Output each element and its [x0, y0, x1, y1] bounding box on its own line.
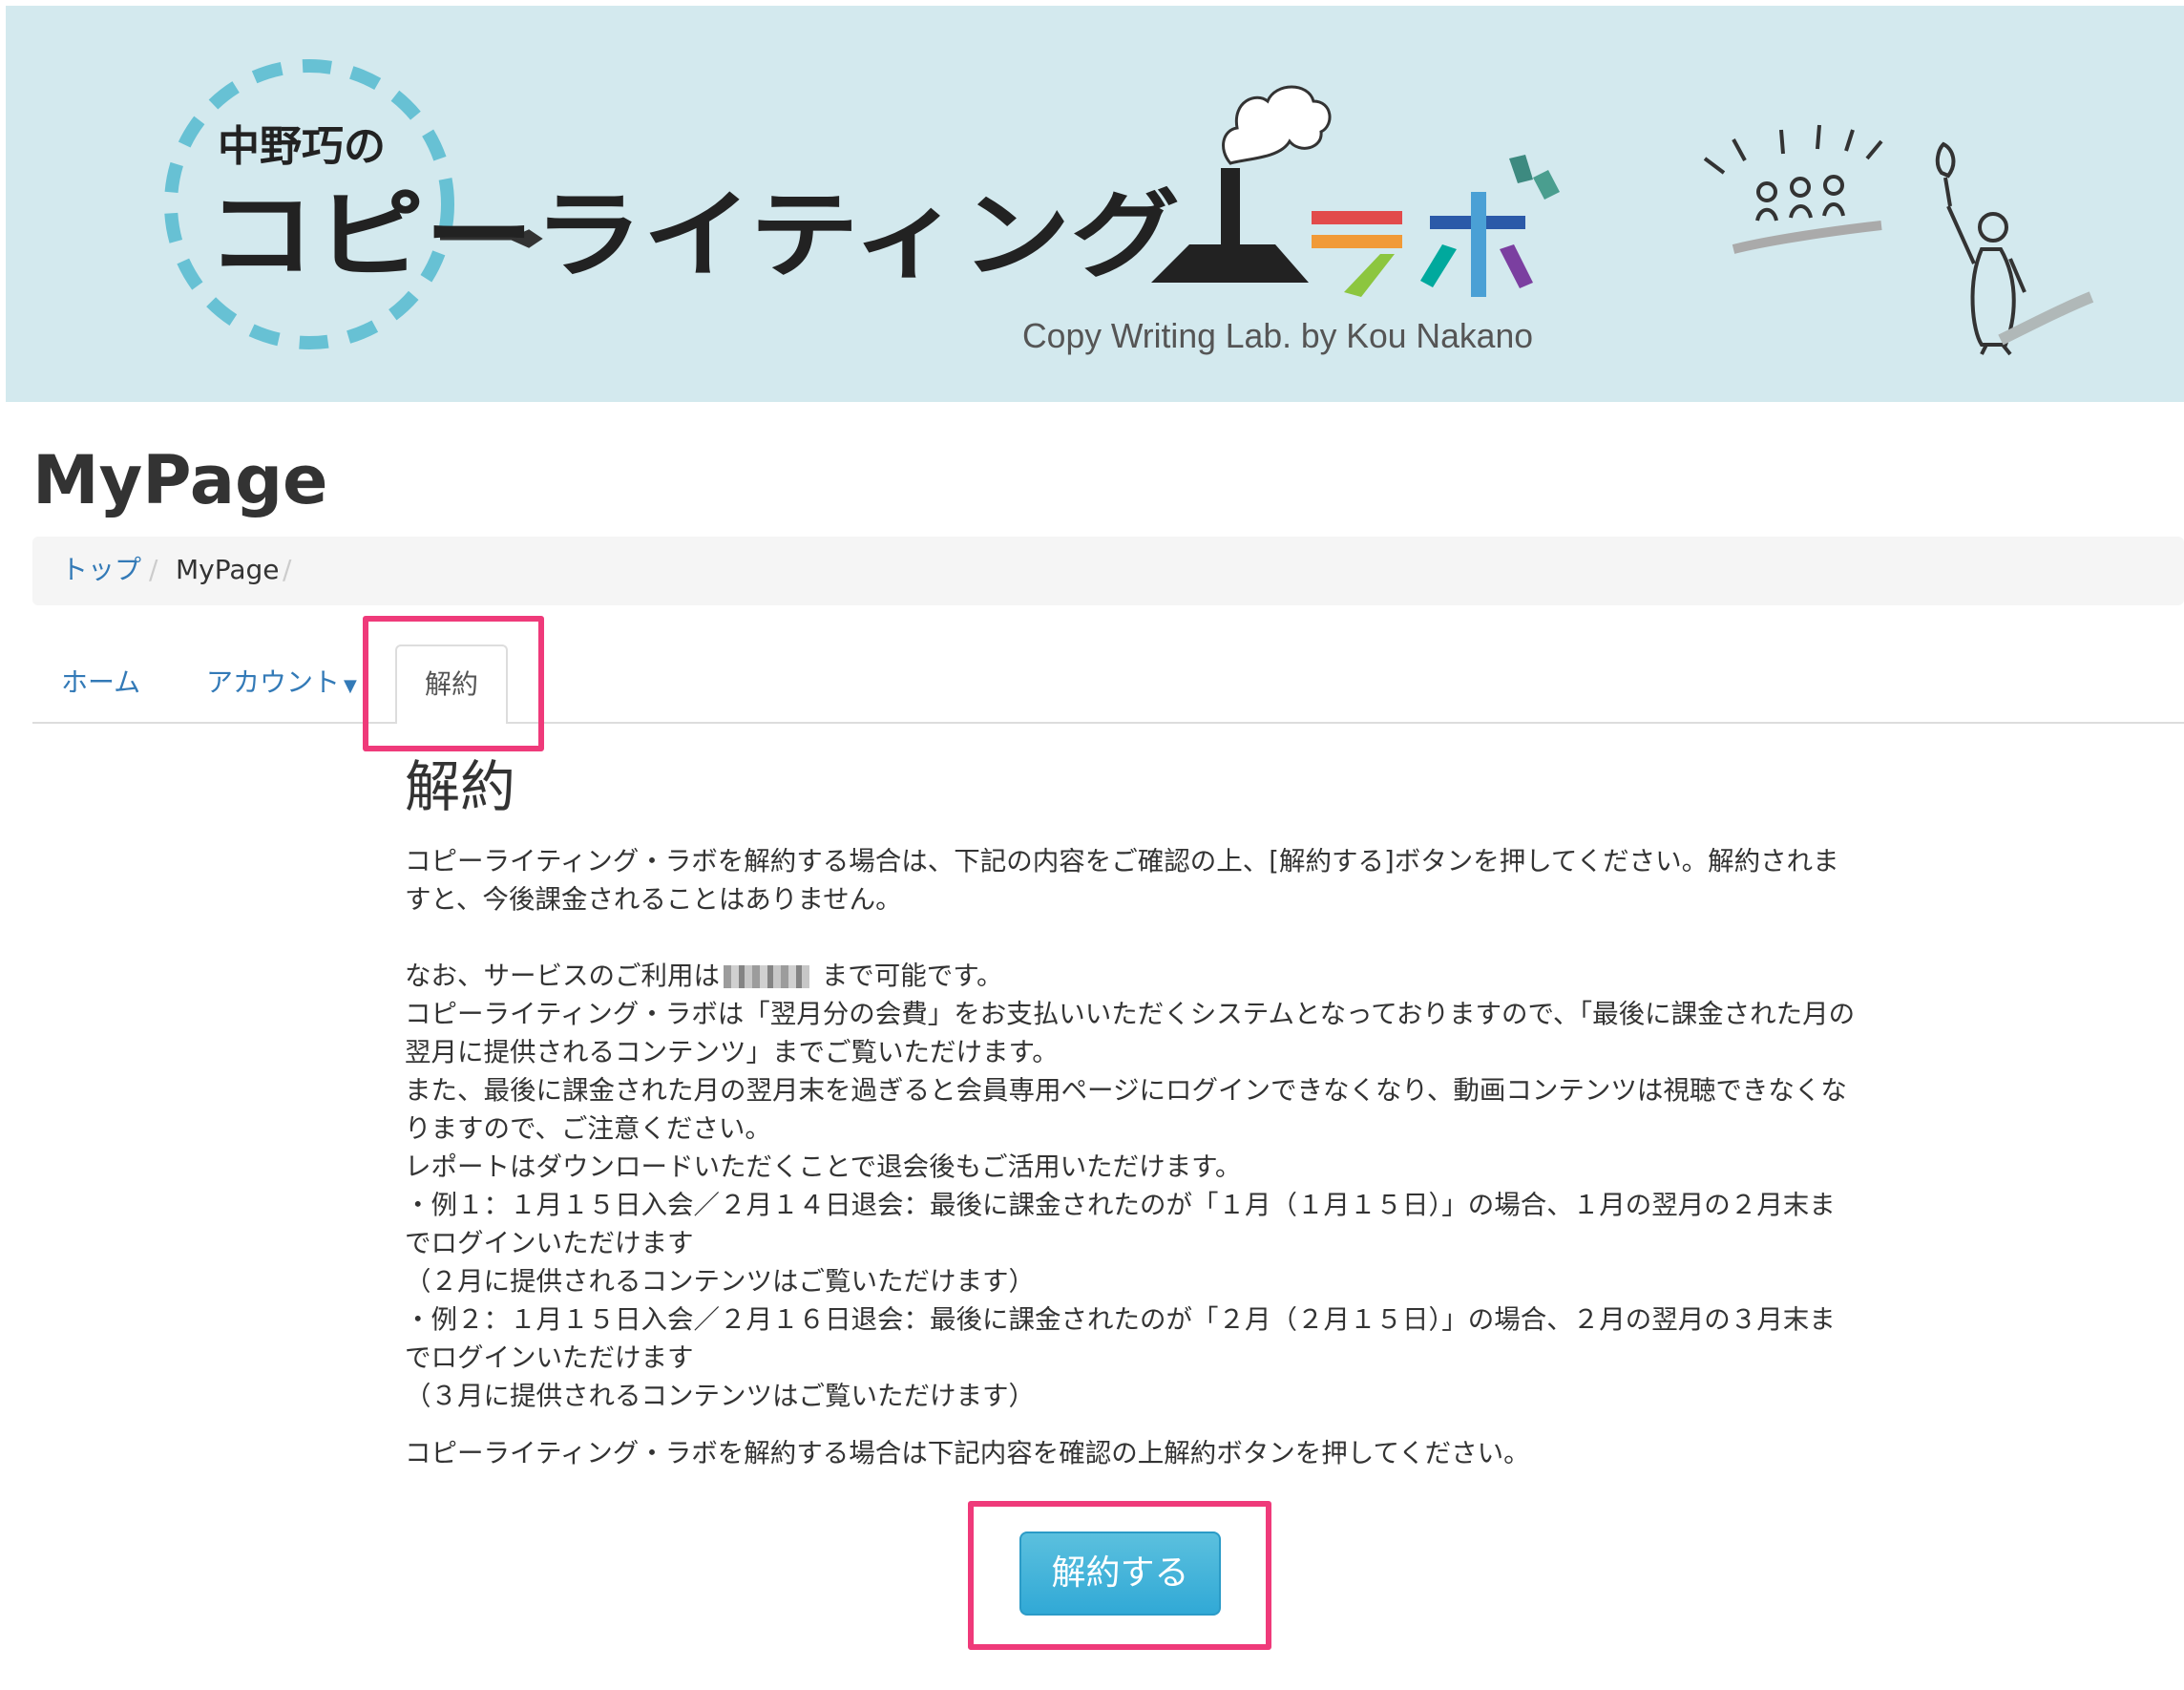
tab-account-label: アカウント: [206, 666, 341, 698]
section-heading: 解約: [405, 754, 516, 819]
page-title: MyPage: [32, 441, 328, 519]
breadcrumb: トップ / MyPage /: [32, 537, 2184, 605]
availability-text-before: なお、サービスのご利用は: [405, 961, 720, 991]
tabs-divider: [32, 722, 2184, 724]
tab-home[interactable]: ホーム: [61, 666, 140, 699]
breadcrumb-separator: /: [283, 554, 292, 585]
redacted-date: [724, 965, 809, 988]
tab-account[interactable]: アカウント ▼: [206, 666, 357, 703]
caret-down-icon: ▼: [344, 676, 357, 696]
confirm-note: コピーライティング・ラボを解約する場合は下記内容を確認の上解約ボタンを押してくだ…: [405, 1438, 1530, 1468]
intro-paragraph: コピーライティング・ラボを解約する場合は、下記の内容をご確認の上、[解約する]ボ…: [405, 846, 1839, 915]
breadcrumb-item-top[interactable]: トップ: [61, 554, 141, 586]
highlight-box-button: [968, 1501, 1271, 1650]
logo-subtitle: Copy Writing Lab. by Kou Nakano: [1022, 316, 1533, 355]
breadcrumb-item-mypage: MyPage: [176, 554, 280, 585]
availability-line: なお、サービスのご利用は まで可能です。: [405, 957, 1856, 995]
logo-main: コピーライティング: [206, 180, 1180, 291]
highlight-box-tab: [363, 616, 544, 751]
availability-text-after: まで可能です。: [813, 961, 1003, 991]
banner-illustration: 中野巧の コピーライティング ラボ Copy Writing Lab. by K…: [164, 59, 2094, 356]
logo-prefix: 中野巧の: [218, 122, 386, 171]
terms-paragraph: コピーライティング・ラボは「翌月分の会費」をお支払いいただくシステムとなっており…: [405, 999, 1856, 1411]
logo-lab: ラボ: [1309, 195, 1519, 317]
audience-illustration-icon: [1703, 124, 1883, 254]
site-banner[interactable]: 中野巧の コピーライティング ラボ Copy Writing Lab. by K…: [6, 6, 2184, 402]
breadcrumb-separator: /: [149, 554, 158, 585]
lecturer-illustration-icon: [1935, 141, 2094, 356]
